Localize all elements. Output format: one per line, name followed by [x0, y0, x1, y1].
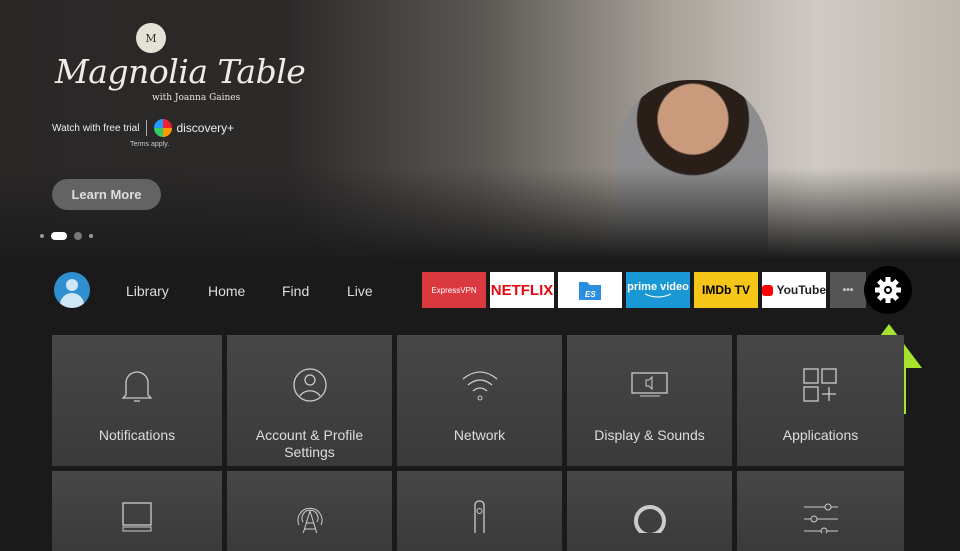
tile-label: Notifications	[98, 427, 176, 443]
more-apps-button[interactable]: •••	[830, 272, 866, 308]
nav-home[interactable]: Home	[208, 283, 245, 299]
settings-tile-network[interactable]: Network	[397, 335, 562, 466]
show-subtitle: with Joanna Gaines	[152, 93, 241, 103]
profile-avatar[interactable]	[54, 272, 90, 308]
carousel-dot[interactable]	[40, 234, 44, 238]
carousel-dot[interactable]	[89, 234, 93, 238]
svg-text:ES: ES	[585, 290, 596, 299]
hero-image-person	[618, 80, 768, 258]
app-es-file-explorer[interactable]: ES	[558, 272, 622, 308]
sliders-icon	[803, 503, 838, 533]
discovery-icon	[154, 119, 173, 137]
settings-tile-account-profile-settings[interactable]: Account & Profile Settings	[227, 335, 392, 466]
settings-button[interactable]	[864, 266, 912, 314]
settings-tile-antenna[interactable]	[227, 471, 392, 551]
tile-label: Network	[453, 427, 506, 443]
device-icon	[122, 502, 152, 532]
alexa-icon	[633, 505, 666, 533]
tv-sound-icon	[630, 372, 668, 397]
app-label: IMDb TV	[702, 283, 750, 297]
carousel-dot-active[interactable]	[51, 232, 67, 240]
app-imdb-tv[interactable]: IMDb TV	[694, 272, 758, 308]
partner-name: discovery+	[176, 121, 235, 135]
wifi-icon	[462, 371, 497, 401]
app-label: NETFLIX	[490, 281, 554, 299]
app-netflix[interactable]: NETFLIX	[490, 272, 554, 308]
app-label: •••	[842, 284, 854, 296]
settings-tile-display-sounds[interactable]: Display & Sounds	[567, 335, 732, 466]
settings-tile-sliders[interactable]	[737, 471, 904, 551]
app-label: prime video	[627, 281, 689, 293]
divider	[146, 120, 148, 136]
settings-tile-notifications[interactable]: Notifications	[52, 335, 222, 466]
app-label: ExpressVPN	[431, 285, 477, 295]
settings-tile-device[interactable]	[52, 471, 222, 551]
app-expressvpn[interactable]: ExpressVPN	[422, 272, 486, 308]
folder-icon: ES	[579, 282, 601, 300]
antenna-icon	[297, 507, 322, 533]
settings-tile-alexa[interactable]	[567, 471, 732, 551]
account-icon	[292, 368, 327, 402]
gear-icon	[875, 277, 901, 303]
smile-icon	[644, 293, 672, 298]
tile-label: Account & Profile Settings	[255, 427, 364, 460]
app-youtube[interactable]: YouTube	[762, 272, 826, 308]
bell-icon	[121, 371, 153, 402]
learn-more-button[interactable]: Learn More	[52, 179, 161, 210]
youtube-play-icon	[762, 284, 774, 296]
app-label: YouTube	[776, 283, 826, 297]
nav-find[interactable]: Find	[282, 283, 309, 299]
app-prime-video[interactable]: prime video	[626, 272, 690, 308]
carousel-indicator[interactable]	[40, 232, 93, 240]
settings-tile-remote[interactable]	[397, 471, 562, 551]
nav-library[interactable]: Library	[126, 283, 169, 299]
tile-label: Applications	[782, 427, 859, 443]
show-title: Magnolia Table	[55, 52, 306, 91]
terms-text: Terms apply.	[130, 141, 170, 148]
tile-label: Display & Sounds	[594, 427, 705, 443]
magnolia-logo: M	[136, 23, 166, 53]
discovery-logo: discovery+	[154, 119, 234, 137]
nav-live[interactable]: Live	[347, 283, 373, 299]
trial-line: Watch with free trial discovery+	[52, 119, 234, 137]
remote-icon	[473, 500, 485, 533]
carousel-dot[interactable]	[74, 232, 82, 240]
settings-tile-applications[interactable]: Applications	[737, 335, 904, 466]
apps-icon	[802, 368, 837, 402]
trial-text: Watch with free trial	[52, 122, 140, 134]
